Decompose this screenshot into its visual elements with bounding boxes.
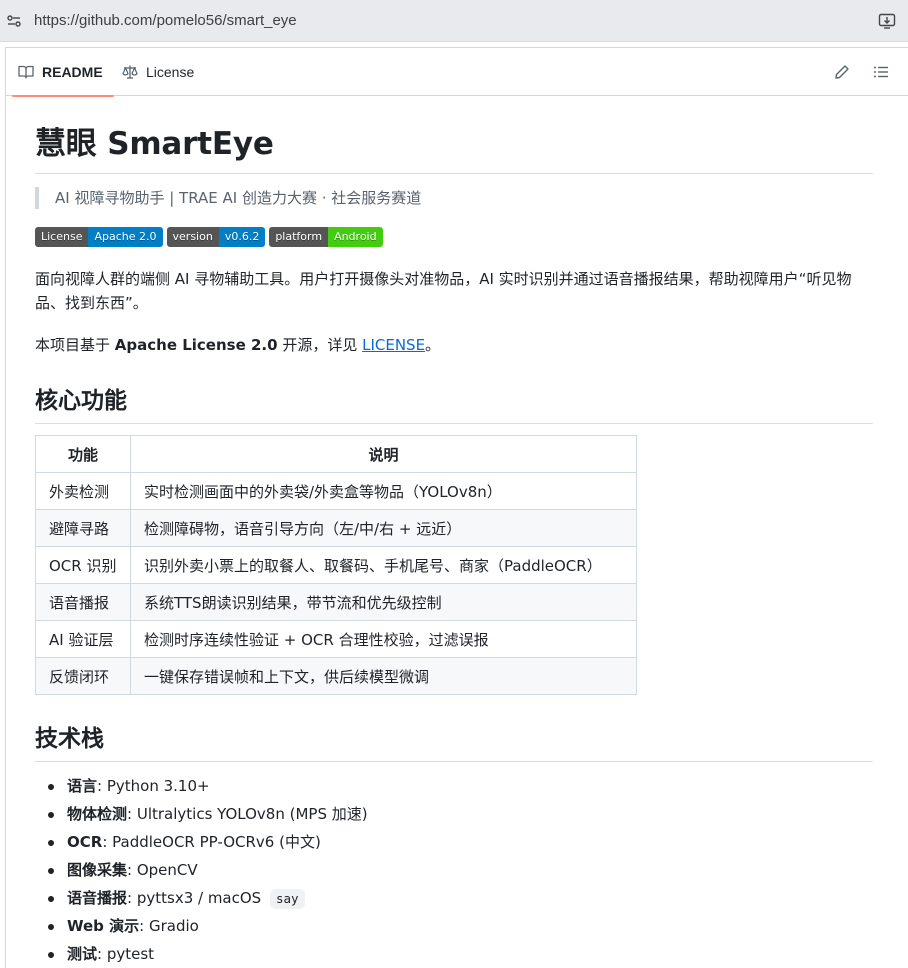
- stack-value: : pyttsx3 / macOS: [127, 889, 266, 907]
- table-row: 语音播报 系统TTS朗读识别结果，带节流和优先级控制: [35, 583, 637, 621]
- outline-list-icon[interactable]: [873, 64, 889, 80]
- stack-heading: 技术栈: [35, 719, 873, 762]
- features-heading: 核心功能: [35, 381, 873, 424]
- list-item: Web 演示: Gradio: [35, 912, 368, 940]
- stack-value: : Python 3.10+: [97, 777, 210, 795]
- badge-label: version: [166, 227, 219, 247]
- license-badge[interactable]: License Apache 2.0: [35, 227, 163, 247]
- tab-license-label: License: [146, 64, 195, 80]
- stack-key: 语音播报: [67, 889, 128, 907]
- tagline-blockquote: AI 视障寻物助手 | TRAE AI 创造力大赛 · 社会服务赛道: [35, 187, 421, 209]
- table-cell: 系统TTS朗读识别结果，带节流和优先级控制: [130, 583, 637, 621]
- table-header: 功能: [35, 435, 131, 473]
- license-link[interactable]: LICENSE: [362, 336, 425, 354]
- table-header: 说明: [130, 435, 637, 473]
- scale-icon: [122, 65, 138, 79]
- stack-key: 测试: [67, 945, 98, 963]
- stack-key: 物体检测: [67, 805, 128, 823]
- tab-license[interactable]: License: [122, 48, 194, 96]
- table-cell: AI 验证层: [35, 620, 131, 658]
- features-table: 功能 说明 外卖检测 实时检测画面中的外卖袋/外卖盒等物品（YOLOv8n） 避…: [35, 435, 637, 695]
- list-item: 图像采集: OpenCV: [35, 856, 368, 884]
- list-item: 物体检测: Ultralytics YOLOv8n (MPS 加速): [35, 800, 368, 828]
- table-row: 避障寻路 检测障碍物，语音引导方向（左/中/右 + 远近）: [35, 509, 637, 547]
- table-cell: 检测时序连续性验证 + OCR 合理性校验，过滤误报: [130, 620, 637, 658]
- site-settings-icon[interactable]: [6, 13, 22, 29]
- list-item: 语音播报: pyttsx3 / macOS say: [35, 884, 368, 912]
- table-cell: OCR 识别: [35, 546, 131, 584]
- stack-value: : OpenCV: [127, 861, 198, 879]
- platform-badge[interactable]: platform Android: [269, 227, 383, 247]
- license-name: Apache License 2.0: [114, 336, 278, 354]
- page-title: 慧眼 SmartEye: [35, 118, 873, 174]
- badge-value: Apache 2.0: [88, 227, 163, 247]
- table-row: OCR 识别 识别外卖小票上的取餐人、取餐码、手机尾号、商家（PaddleOCR…: [35, 546, 637, 584]
- stack-value: : Ultralytics YOLOv8n (MPS 加速): [127, 805, 368, 823]
- badge-value: v0.6.2: [218, 227, 266, 247]
- stack-key: 语言: [67, 777, 98, 795]
- stack-value: : PaddleOCR PP-OCRv6 (中文): [102, 833, 321, 851]
- badge-value: Android: [328, 227, 383, 247]
- intro-paragraph: 面向视障人群的端侧 AI 寻物辅助工具。用户打开摄像头对准物品，AI 实时识别并…: [35, 270, 852, 312]
- pencil-icon[interactable]: [834, 64, 850, 80]
- table-row: 反馈闭环 一键保存错误帧和上下文，供后续模型微调: [35, 657, 637, 695]
- license-text-middle: 开源，详见: [277, 336, 363, 354]
- stack-key: Web 演示: [67, 917, 140, 935]
- address-bar[interactable]: https://github.com/pomelo56/smart_eye: [0, 0, 908, 42]
- table-cell: 识别外卖小票上的取餐人、取餐码、手机尾号、商家（PaddleOCR）: [130, 546, 637, 584]
- table-row: 外卖检测 实时检测画面中的外卖袋/外卖盒等物品（YOLOv8n）: [35, 472, 637, 510]
- inline-code: say: [269, 889, 305, 909]
- table-cell: 语音播报: [35, 583, 131, 621]
- stack-key: 图像采集: [67, 861, 128, 879]
- tech-stack-list: 语言: Python 3.10+ 物体检测: Ultralytics YOLOv…: [35, 772, 368, 968]
- license-text-suffix: 。: [425, 336, 441, 354]
- license-paragraph: 本项目基于 Apache License 2.0 开源，详见 LICENSE。: [35, 333, 873, 357]
- book-icon: [18, 65, 34, 79]
- badge-label: platform: [269, 227, 329, 247]
- list-item: 测试: pytest: [35, 940, 368, 968]
- table-cell: 反馈闭环: [35, 657, 131, 695]
- url-text[interactable]: https://github.com/pomelo56/smart_eye: [34, 12, 297, 29]
- table-cell: 一键保存错误帧和上下文，供后续模型微调: [130, 657, 637, 695]
- stack-value: : pytest: [97, 945, 155, 963]
- table-cell: 外卖检测: [35, 472, 131, 510]
- tab-readme[interactable]: README: [12, 48, 114, 97]
- version-badge[interactable]: version v0.6.2: [166, 227, 266, 247]
- badge-label: License: [35, 227, 89, 247]
- stack-key: OCR: [67, 833, 103, 851]
- table-row: AI 验证层 检测时序连续性验证 + OCR 合理性校验，过滤误报: [35, 620, 637, 658]
- install-app-icon[interactable]: [878, 12, 896, 30]
- badge-row: License Apache 2.0 version v0.6.2 platfo…: [35, 227, 383, 247]
- readme-tabs: README License: [6, 48, 908, 97]
- list-item: 语言: Python 3.10+: [35, 772, 368, 800]
- license-text-prefix: 本项目基于: [35, 336, 115, 354]
- table-cell: 实时检测画面中的外卖袋/外卖盒等物品（YOLOv8n）: [130, 472, 637, 510]
- table-cell: 避障寻路: [35, 509, 131, 547]
- table-cell: 检测障碍物，语音引导方向（左/中/右 + 远近）: [130, 509, 637, 547]
- table-header-row: 功能 说明: [35, 435, 637, 473]
- stack-value: : Gradio: [139, 917, 199, 935]
- tab-readme-label: README: [42, 64, 103, 80]
- list-item: OCR: PaddleOCR PP-OCRv6 (中文): [35, 828, 368, 856]
